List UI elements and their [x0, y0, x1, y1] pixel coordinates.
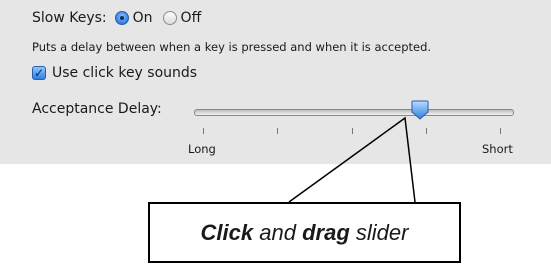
callout-word-click: Click [200, 219, 254, 245]
instruction-callout: Click and drag slider [148, 202, 461, 263]
callout-word-and: and [253, 219, 303, 245]
callout-word-drag: drag [302, 219, 350, 245]
callout-word-slider: slider [349, 219, 409, 245]
